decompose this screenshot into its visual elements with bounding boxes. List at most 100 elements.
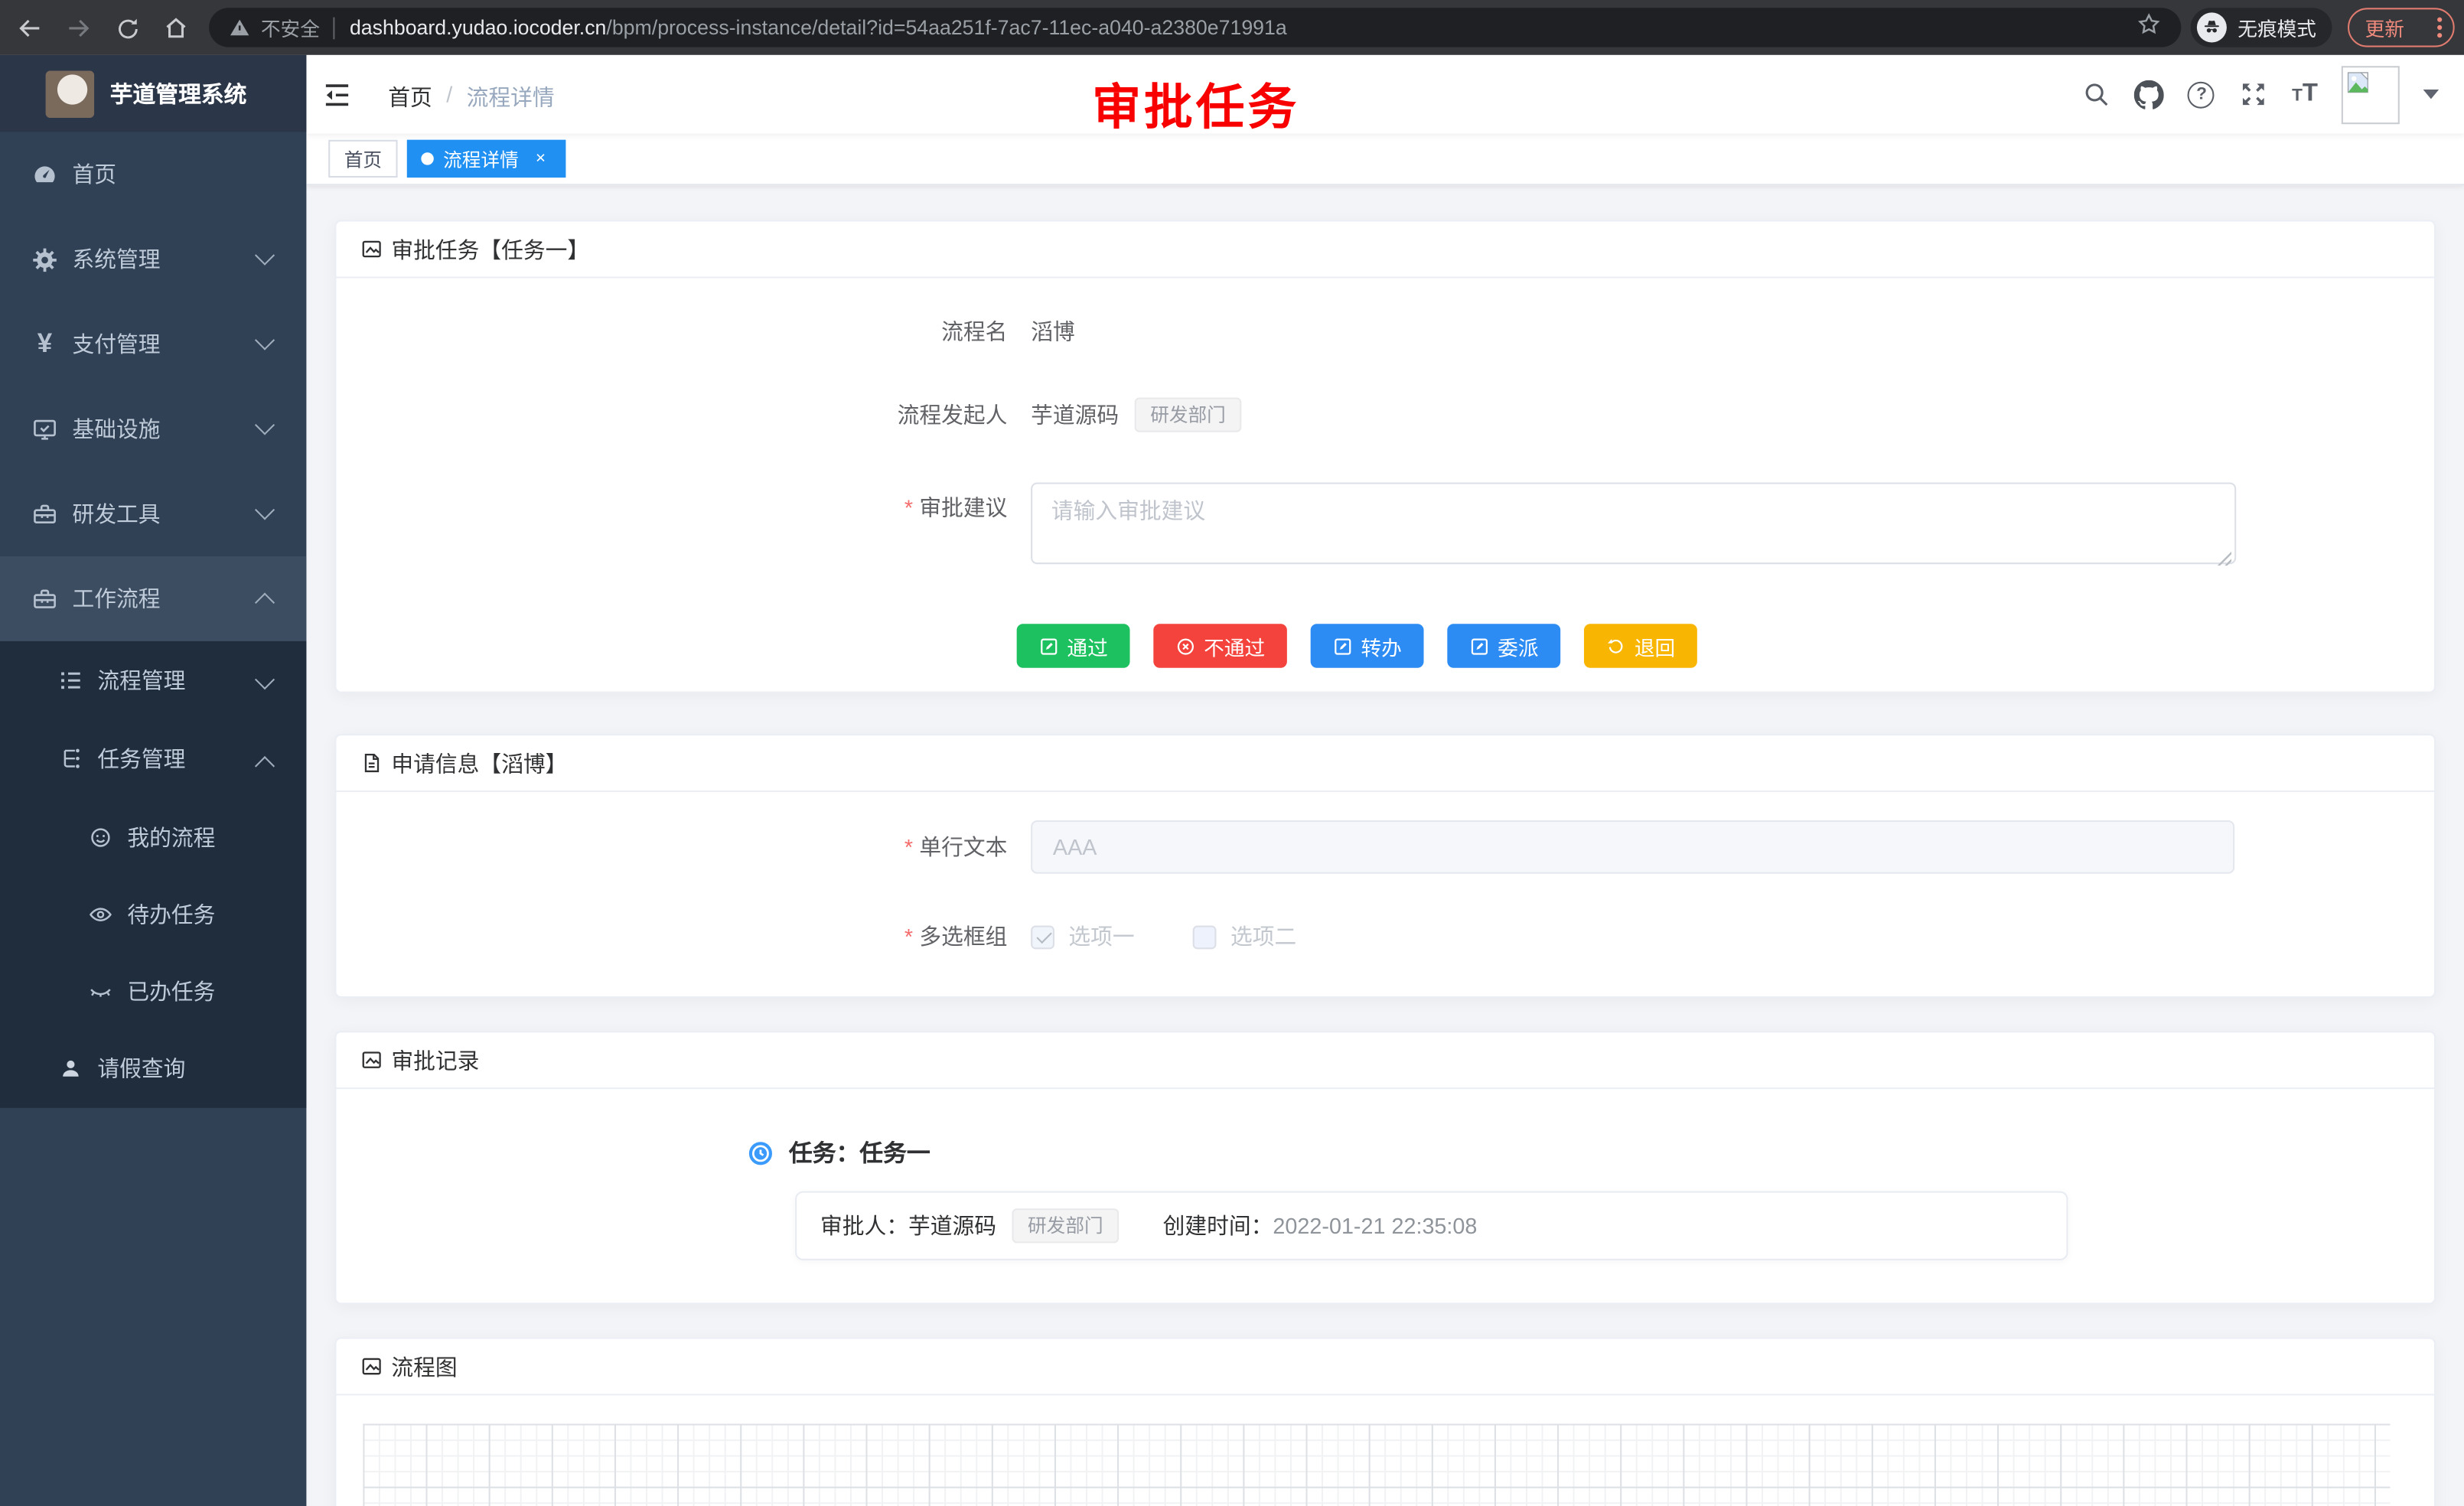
sidebar-item-process-mgmt[interactable]: 流程管理 bbox=[0, 641, 306, 720]
return-button[interactable]: 退回 bbox=[1584, 624, 1697, 668]
search-button[interactable] bbox=[2081, 80, 2111, 109]
reject-button[interactable]: 不通过 bbox=[1153, 624, 1287, 668]
task-title: 任务：任务一 bbox=[789, 1136, 931, 1169]
breadcrumb-separator: / bbox=[446, 82, 452, 113]
main-area: 首页 / 流程详情 审批任务 TT 首页 流程详情 bbox=[306, 55, 2464, 1506]
navbar: 首页 / 流程详情 审批任务 TT bbox=[306, 55, 2464, 134]
chevron-down-icon bbox=[255, 415, 275, 435]
reload-icon bbox=[114, 15, 141, 42]
gear-icon bbox=[31, 246, 58, 272]
font-size-button[interactable]: TT bbox=[2292, 83, 2318, 106]
sidebar-item-task-mgmt[interactable]: 任务管理 bbox=[0, 720, 306, 799]
clock-icon bbox=[748, 1140, 773, 1165]
chevron-down-icon bbox=[255, 246, 275, 266]
fullscreen-button[interactable] bbox=[2238, 80, 2268, 109]
close-icon[interactable] bbox=[530, 148, 552, 170]
back-icon bbox=[16, 14, 44, 42]
application-card-title: 申请信息【滔博】 bbox=[391, 747, 567, 778]
github-button[interactable] bbox=[2135, 80, 2165, 109]
browser-forward-button[interactable] bbox=[61, 11, 96, 45]
sidebar-item-home[interactable]: 首页 bbox=[0, 132, 306, 217]
browser-home-button[interactable] bbox=[158, 11, 193, 45]
checkbox-option-2[interactable]: 选项二 bbox=[1193, 921, 1297, 952]
edit-icon bbox=[1332, 636, 1353, 657]
created-time: 2022-01-21 22:35:08 bbox=[1273, 1213, 1477, 1238]
browser-update-button[interactable]: 更新 bbox=[2348, 8, 2455, 47]
sidebar: 芋道管理系统 首页 系统管理 ¥ 支付管理 基础设施 研发工具 工作 bbox=[0, 55, 306, 1506]
eye-closed-icon bbox=[86, 977, 113, 1004]
created-label: 创建时间： bbox=[1163, 1210, 1273, 1241]
workflow-submenu: 流程管理 任务管理 我的流程 待办任务 已办任务 请假 bbox=[0, 641, 306, 1108]
incognito-icon bbox=[2197, 12, 2227, 42]
approval-card-title: 审批任务【任务一】 bbox=[391, 233, 589, 265]
approval-task-card: 审批任务【任务一】 流程名 滔博 流程发起人 芋道源码 研发部门 审批建议 bbox=[334, 220, 2436, 693]
dashboard-icon bbox=[31, 161, 58, 187]
approval-actions: 通过 不通过 转办 委派 bbox=[1017, 624, 2403, 668]
department-tag: 研发部门 bbox=[1135, 398, 1242, 432]
process-name-row: 流程名 滔博 bbox=[368, 316, 2403, 347]
help-icon[interactable] bbox=[2189, 81, 2215, 108]
broken-image-icon bbox=[2346, 70, 2370, 93]
sidebar-item-done-tasks[interactable]: 已办任务 bbox=[0, 952, 306, 1029]
incognito-label: 无痕模式 bbox=[2237, 12, 2316, 42]
transfer-button[interactable]: 转办 bbox=[1311, 624, 1424, 668]
sidebar-item-my-process[interactable]: 我的流程 bbox=[0, 798, 306, 875]
suggest-label: 审批建议 bbox=[368, 492, 1008, 523]
app-logo bbox=[46, 70, 95, 117]
bookmark-star-button[interactable] bbox=[2136, 10, 2163, 44]
list-icon bbox=[57, 667, 83, 694]
tag-home[interactable]: 首页 bbox=[328, 140, 397, 178]
briefcase-icon bbox=[31, 585, 58, 612]
process-starter-label: 流程发起人 bbox=[368, 399, 1008, 431]
approver-text: 审批人：芋道源码 bbox=[820, 1210, 996, 1241]
red-annotation-text: 审批任务 bbox=[1092, 67, 1299, 138]
page-content: 审批任务【任务一】 流程名 滔博 流程发起人 芋道源码 研发部门 审批建议 bbox=[306, 185, 2464, 1506]
department-tag: 研发部门 bbox=[1012, 1208, 1119, 1243]
application-card-header: 申请信息【滔博】 bbox=[336, 735, 2434, 792]
not-secure-warning-icon bbox=[228, 16, 252, 40]
sidebar-item-leave-query[interactable]: 请假查询 bbox=[0, 1029, 306, 1108]
suggest-textarea[interactable] bbox=[1031, 482, 2236, 564]
checkbox-unchecked-icon bbox=[1193, 925, 1217, 949]
process-starter-row: 流程发起人 芋道源码 研发部门 bbox=[368, 396, 2403, 433]
picture-icon bbox=[360, 237, 383, 261]
toolbox-icon bbox=[31, 500, 58, 527]
sidebar-toggle-button[interactable] bbox=[322, 80, 352, 110]
browser-menu-icon[interactable] bbox=[2437, 25, 2442, 30]
sidebar-item-infra[interactable]: 基础设施 bbox=[0, 386, 306, 471]
url-bar[interactable]: 不安全 dashboard.yudao.iocoder.cn/bpm/proce… bbox=[209, 8, 2181, 47]
security-label: 不安全 bbox=[261, 12, 320, 42]
home-icon bbox=[162, 14, 191, 42]
approval-card-header: 审批任务【任务一】 bbox=[336, 222, 2434, 279]
suggest-row: 审批建议 bbox=[368, 482, 2403, 572]
bpmn-diagram-canvas[interactable] bbox=[363, 1424, 2390, 1506]
edit-icon bbox=[1469, 636, 1490, 657]
breadcrumb-home[interactable]: 首页 bbox=[388, 82, 432, 113]
record-card-title: 审批记录 bbox=[391, 1045, 479, 1076]
app-logo-block: 芋道管理系统 bbox=[0, 55, 306, 132]
picture-icon bbox=[360, 1048, 383, 1072]
process-name-label: 流程名 bbox=[368, 316, 1008, 347]
picture-icon bbox=[360, 1354, 383, 1378]
divider bbox=[332, 17, 334, 39]
browser-reload-button[interactable] bbox=[110, 11, 145, 45]
sidebar-item-todo-tasks[interactable]: 待办任务 bbox=[0, 875, 306, 953]
browser-toolbar: 不安全 dashboard.yudao.iocoder.cn/bpm/proce… bbox=[0, 0, 2464, 55]
breadcrumb: 首页 / 流程详情 bbox=[388, 82, 554, 113]
sidebar-item-payment[interactable]: ¥ 支付管理 bbox=[0, 302, 306, 386]
checkbox-option-1[interactable]: 选项一 bbox=[1031, 921, 1135, 952]
sidebar-item-workflow[interactable]: 工作流程 bbox=[0, 556, 306, 641]
delegate-button[interactable]: 委派 bbox=[1447, 624, 1560, 668]
forward-icon bbox=[64, 14, 93, 42]
avatar-caret-icon[interactable] bbox=[2423, 90, 2440, 99]
tag-process-detail[interactable]: 流程详情 bbox=[407, 140, 565, 178]
circle-close-icon bbox=[1175, 636, 1196, 657]
approve-button[interactable]: 通过 bbox=[1017, 624, 1130, 668]
avatar[interactable] bbox=[2342, 65, 2400, 123]
browser-back-button[interactable] bbox=[12, 11, 47, 45]
checkbox-group-label: 多选框组 bbox=[368, 921, 1008, 952]
single-text-input[interactable] bbox=[1031, 820, 2234, 874]
sidebar-item-devtools[interactable]: 研发工具 bbox=[0, 471, 306, 556]
sidebar-item-system[interactable]: 系统管理 bbox=[0, 217, 306, 302]
timeline-item: 任务：任务一 bbox=[748, 1136, 2402, 1169]
